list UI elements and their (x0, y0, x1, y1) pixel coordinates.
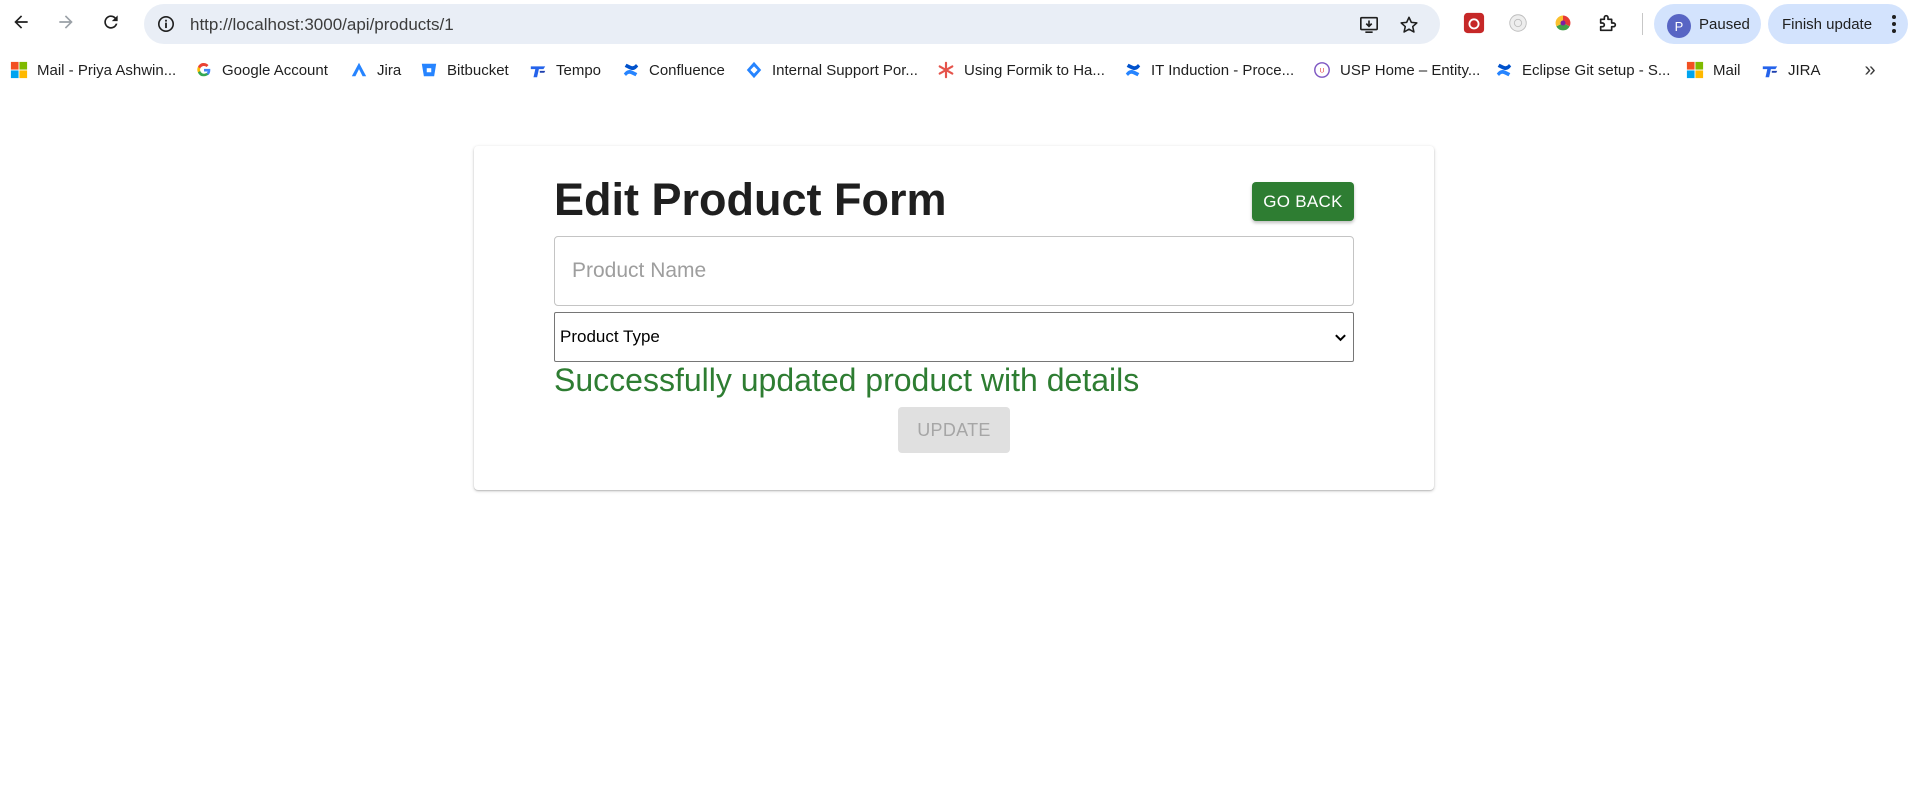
bookmark-star-icon[interactable] (1398, 14, 1420, 36)
bookmark-label: Tempo (556, 61, 602, 79)
bookmark-label: Using Formik to Ha... (964, 61, 1105, 79)
bookmark-label: USP Home – Entity... (1340, 61, 1481, 79)
microsoft-icon (1685, 60, 1705, 80)
bookmark-item[interactable]: U USP Home – Entity... (1312, 58, 1480, 82)
update-button[interactable]: UPDATE (898, 407, 1010, 453)
extension-globe-icon[interactable] (1505, 10, 1531, 36)
bookmark-label: JIRA (1788, 61, 1821, 79)
url-text: http://localhost:3000/api/products/1 (190, 15, 454, 34)
tempo-icon (528, 60, 548, 80)
install-app-icon[interactable] (1358, 14, 1380, 36)
bookmark-label: Confluence (649, 61, 725, 79)
tempo-icon (1760, 60, 1780, 80)
forward-arrow-icon (59, 15, 73, 29)
profile-button[interactable]: P Paused (1654, 4, 1761, 44)
bookmark-item[interactable]: Jira (349, 58, 401, 82)
asterisk-icon (936, 60, 956, 80)
confluence-icon (621, 60, 641, 80)
chevron-down-icon (1333, 330, 1347, 344)
bookmark-item[interactable]: Tempo (528, 58, 601, 82)
toolbar-divider (1642, 13, 1643, 35)
site-info-icon[interactable] (156, 14, 176, 34)
bookmarks-bar: Mail - Priya Ashwin... Google Account Ji… (0, 52, 1912, 88)
more-bookmarks-chevron-icon[interactable]: » (1858, 58, 1882, 82)
confluence-icon (1494, 60, 1514, 80)
finish-update-label: Finish update (1782, 16, 1873, 33)
bitbucket-icon (419, 60, 439, 80)
bookmark-item[interactable]: Mail (1685, 58, 1741, 82)
bookmark-item[interactable]: Bitbucket (419, 58, 509, 82)
bookmark-label: Internal Support Por... (772, 61, 918, 79)
bookmark-item[interactable]: Confluence (621, 58, 725, 82)
jira-service-icon (744, 60, 764, 80)
extension-colorwheel-icon[interactable] (1550, 10, 1576, 36)
reload-icon (104, 15, 118, 29)
edit-product-card: Edit Product Form GO BACK Product Type S… (474, 146, 1434, 490)
bookmark-item[interactable]: Using Formik to Ha... (936, 58, 1105, 82)
back-arrow-icon (14, 15, 28, 29)
browser-toolbar: http://localhost:3000/api/products/1 P P… (0, 0, 1912, 46)
extension-ladybug-icon[interactable] (1461, 10, 1487, 36)
bookmark-item[interactable]: Mail - Priya Ashwin... (9, 58, 176, 82)
microsoft-icon (9, 60, 29, 80)
forward-button[interactable] (50, 6, 82, 38)
bookmark-label: Mail - Priya Ashwin... (37, 61, 177, 79)
back-button[interactable] (5, 6, 37, 38)
bookmark-item[interactable]: Google Account (194, 58, 328, 82)
bookmark-label: Eclipse Git setup - S... (1522, 61, 1671, 79)
confluence-icon (1123, 60, 1143, 80)
more-options-icon[interactable] (1888, 13, 1900, 35)
bookmark-item[interactable]: JIRA (1760, 58, 1821, 82)
usp-icon: U (1312, 60, 1332, 80)
go-back-button[interactable]: GO BACK (1252, 182, 1354, 221)
extensions-puzzle-icon[interactable] (1595, 10, 1621, 36)
google-icon (194, 60, 214, 80)
finish-update-button[interactable]: Finish update (1768, 4, 1908, 44)
bookmark-item[interactable]: Eclipse Git setup - S... (1494, 58, 1670, 82)
product-type-value: Product Type (560, 327, 660, 346)
address-bar[interactable]: http://localhost:3000/api/products/1 (144, 4, 1440, 44)
success-message: Successfully updated product with detail… (554, 362, 1140, 398)
product-name-input[interactable] (554, 236, 1354, 306)
bookmark-label: Jira (377, 61, 402, 79)
jira-icon (349, 60, 369, 80)
avatar: P (1667, 14, 1691, 38)
bookmark-label: Bitbucket (447, 61, 509, 79)
profile-status: Paused (1699, 16, 1750, 33)
bookmark-item[interactable]: IT Induction - Proce... (1123, 58, 1294, 82)
bookmark-label: IT Induction - Proce... (1151, 61, 1295, 79)
page-title: Edit Product Form (554, 174, 947, 225)
svg-text:U: U (1320, 68, 1325, 75)
bookmark-label: Mail (1713, 61, 1741, 79)
bookmark-item[interactable]: Internal Support Por... (744, 58, 918, 82)
product-type-select[interactable]: Product Type (554, 312, 1354, 362)
reload-button[interactable] (95, 6, 127, 38)
bookmark-label: Google Account (222, 61, 328, 79)
